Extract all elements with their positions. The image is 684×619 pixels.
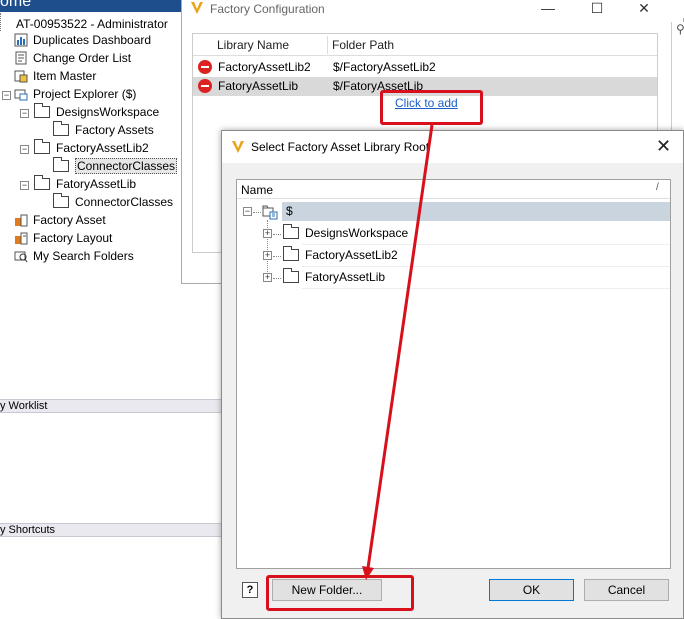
folder-icon [34,175,50,190]
tree-item-factory-assets[interactable]: Factory Assets [53,121,154,139]
expand-fatoryassetlib-toggle[interactable]: + [263,273,272,282]
vault-logo-icon [232,141,244,153]
help-button[interactable]: ? [242,582,258,598]
home-label: ome [0,0,32,10]
folder-tree: Name / $ − + DesignsWorkspace + FactoryA… [236,179,671,569]
tree-connector [273,256,281,257]
collapse-designsworkspace-toggle[interactable]: − [20,109,29,118]
home-header: ome [0,0,200,12]
tree-item-duplicates-dashboard[interactable]: Duplicates Dashboard [14,31,151,49]
row-divider [302,266,670,267]
folder-icon [53,193,69,208]
folder-icon [53,157,69,172]
cancel-button[interactable]: Cancel [584,579,669,601]
folder-icon [34,103,50,118]
tree-line [0,13,10,31]
select-library-root-dialog: Select Factory Asset Library Root ✕ Name… [221,130,684,619]
dialog-title: Select Factory Asset Library Root [251,140,430,154]
dialog-close-button[interactable]: ✕ [656,136,671,157]
factory-asset-icon [15,214,28,227]
column-header-name[interactable]: Name [241,183,273,197]
tree-item-factory-layout[interactable]: Factory Layout [14,229,112,247]
document-icon [15,51,27,65]
annotation-box-click-to-add [380,90,483,125]
tree-connector [253,212,261,213]
folder-icon [283,268,299,283]
collapse-project-explorer-toggle[interactable]: − [2,91,11,100]
row-divider [302,288,670,289]
vault-logo-icon [191,2,203,14]
close-button[interactable]: ✕ [621,0,667,18]
tree-item-my-search-folders[interactable]: My Search Folders [14,247,134,265]
expand-factoryassetlib2-toggle[interactable]: + [263,251,272,260]
remove-icon[interactable] [198,60,212,74]
tree-connection-row[interactable]: AT-00953522 - Administrator [0,13,168,31]
library-name-cell: FatoryAssetLib [218,79,299,93]
item-master-icon [14,70,28,83]
tree-item-designsworkspace[interactable]: DesignsWorkspace [34,103,159,121]
dialog-titlebar: Select Factory Asset Library Root ✕ [222,131,683,163]
library-table-header: Library Name Folder Path [193,34,657,56]
remove-icon[interactable] [198,79,212,93]
tree-connector [273,278,281,279]
annotation-box-new-folder [266,575,414,611]
tree-item-connectorclasses[interactable]: ConnectorClasses [53,193,173,211]
tree-node-root[interactable]: $ [282,202,670,221]
tree-node-factoryassetlib2[interactable]: FactoryAssetLib2 [283,246,398,265]
tree-item-project-explorer[interactable]: Project Explorer ($) [14,85,136,103]
tree-item-connectorclasses-selected[interactable]: ConnectorClasses [53,157,178,175]
tree-node-designsworkspace[interactable]: DesignsWorkspace [283,224,408,243]
project-explorer-icon [14,89,28,101]
tree-item-fatoryassetlib[interactable]: FatoryAssetLib [34,175,136,193]
project-root-icon [262,205,278,220]
column-separator[interactable] [327,36,328,54]
tree-item-factory-asset[interactable]: Factory Asset [14,211,106,229]
table-row[interactable]: FactoryAssetLib2 $/FactoryAssetLib2 [193,58,657,77]
factory-configuration-title: Factory Configuration [210,2,325,16]
tree-node-fatoryassetlib[interactable]: FatoryAssetLib [283,268,385,287]
collapse-factoryassetlib2-toggle[interactable]: − [20,145,29,154]
navigation-tree: AT-00953522 - Administrator Duplicates D… [0,12,200,402]
minimize-button[interactable]: — [525,0,571,18]
search-icon[interactable]: ⚲ [676,22,684,36]
factory-configuration-titlebar: Factory Configuration — ☐ ✕ [182,0,684,18]
collapse-root-toggle[interactable]: − [243,207,252,216]
folder-icon [34,139,50,154]
search-folder-icon [14,251,28,263]
folder-icon [283,246,299,261]
folder-icon [53,121,69,136]
dashboard-icon [14,33,28,47]
tree-connector [273,234,281,235]
folder-icon [283,224,299,239]
collapse-fatoryassetlib-toggle[interactable]: − [20,181,29,190]
row-divider [302,244,670,245]
tree-item-factoryassetlib2[interactable]: FactoryAssetLib2 [34,139,149,157]
tree-item-item-master[interactable]: Item Master [14,67,96,85]
sort-indicator-icon: / [656,182,659,193]
column-header-library-name[interactable]: Library Name [217,38,289,52]
ok-button[interactable]: OK [489,579,574,601]
expand-designsworkspace-toggle[interactable]: + [263,229,272,238]
factory-layout-icon [15,232,28,245]
folder-path-cell: $/FactoryAssetLib2 [333,60,436,74]
folder-tree-header: Name / [237,180,670,199]
tree-item-change-order-list[interactable]: Change Order List [14,49,131,67]
column-header-folder-path[interactable]: Folder Path [332,38,394,52]
library-name-cell: FactoryAssetLib2 [218,60,311,74]
maximize-button[interactable]: ☐ [574,0,620,18]
